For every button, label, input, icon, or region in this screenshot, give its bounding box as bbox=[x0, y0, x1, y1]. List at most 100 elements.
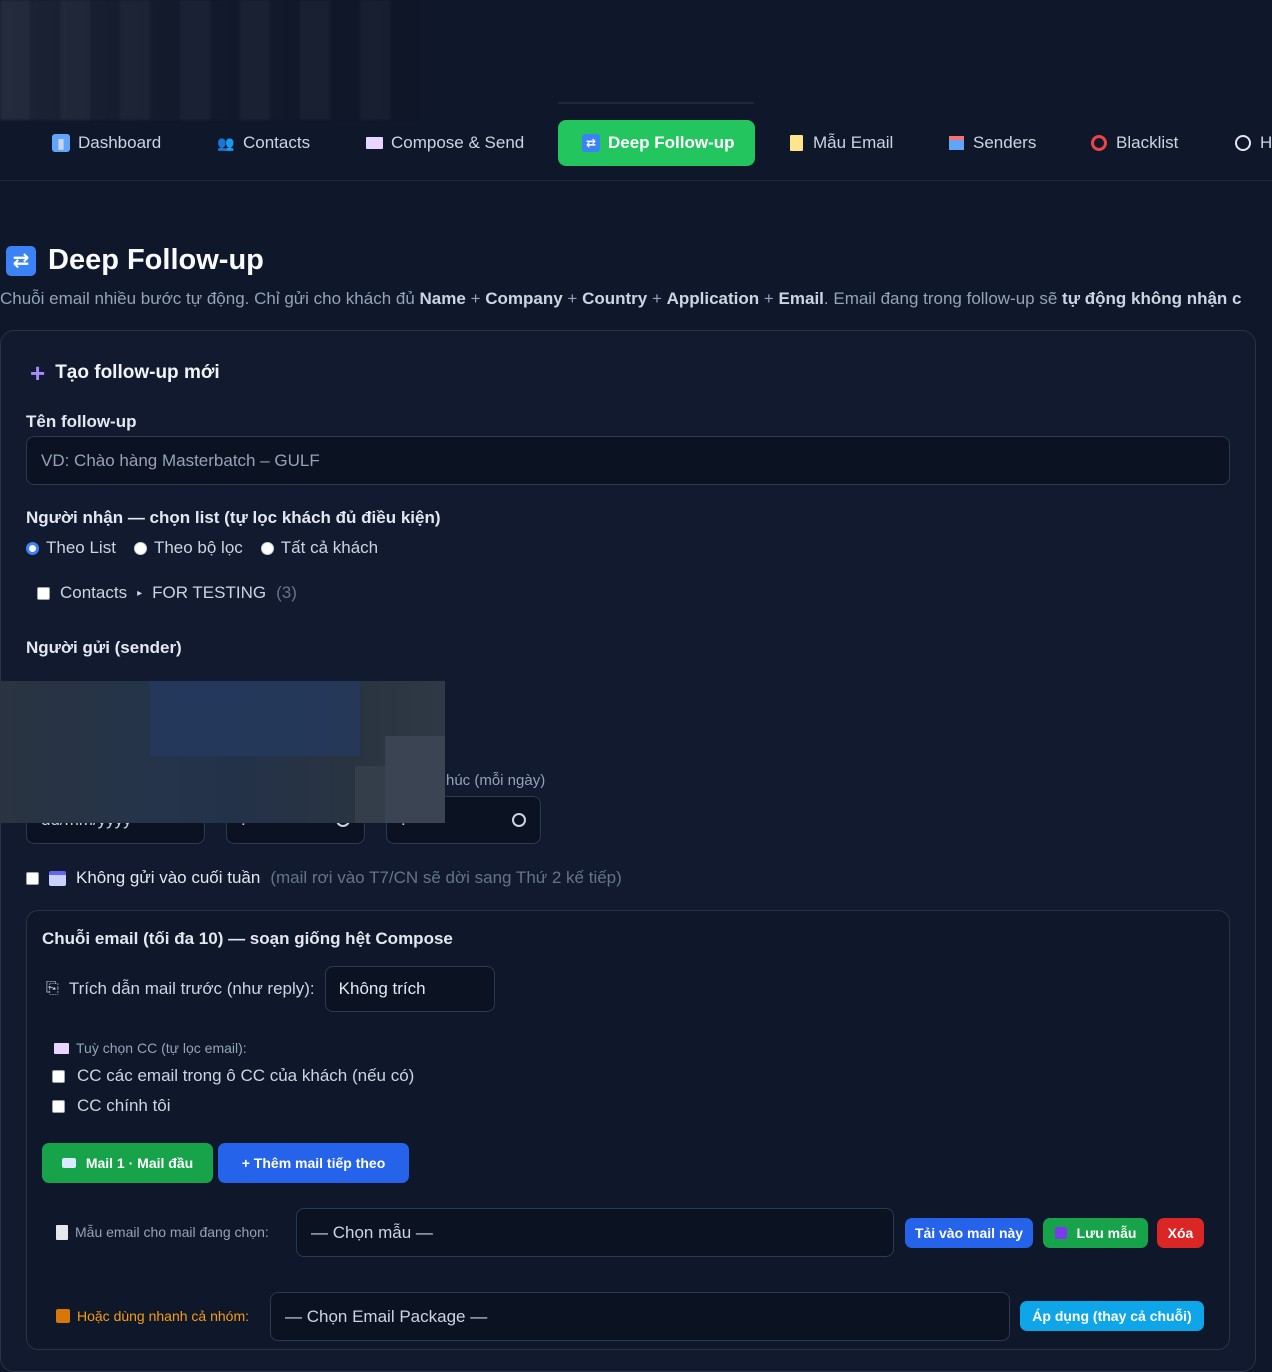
tab-history[interactable]: H bbox=[1234, 120, 1272, 166]
radio-by-list[interactable]: Theo List bbox=[26, 538, 116, 558]
package-label: Hoặc dùng nhanh cả nhóm: bbox=[56, 1308, 249, 1324]
list-group: Contacts bbox=[60, 583, 128, 602]
subtitle-part: Chuỗi email nhiều bước tự động. Chỉ gửi … bbox=[0, 289, 420, 308]
add-mail-button[interactable]: + Thêm mail tiếp theo bbox=[218, 1143, 409, 1183]
delete-template-button[interactable]: Xóa bbox=[1157, 1218, 1204, 1248]
tab-contacts[interactable]: 👥 Contacts bbox=[217, 120, 310, 166]
cc-self-label: CC chính tôi bbox=[77, 1096, 171, 1115]
followup-name-input[interactable] bbox=[26, 436, 1230, 485]
tab-dashboard-label: Dashboard bbox=[78, 133, 162, 152]
clock-icon bbox=[512, 813, 526, 827]
save-template-label: Lưu mẫu bbox=[1076, 1225, 1137, 1241]
subtitle-part: Country bbox=[582, 289, 648, 308]
tab-compose-send[interactable]: Compose & Send bbox=[365, 120, 524, 166]
card-title: + Tạo follow-up mới bbox=[30, 360, 220, 386]
list-checkbox[interactable] bbox=[37, 586, 50, 600]
list-name: FOR TESTING bbox=[152, 583, 267, 602]
template-label-text: Mẫu email cho mail đang chọn: bbox=[75, 1224, 269, 1240]
radio-by-filter[interactable]: Theo bộ lọc bbox=[133, 538, 243, 558]
radio-all-label: Tất cả khách bbox=[280, 538, 379, 557]
page-title-text: Deep Follow-up bbox=[48, 244, 264, 276]
cc-heading-text: Tuỳ chọn CC (tự lọc email): bbox=[76, 1040, 247, 1056]
page-title: ⇄ Deep Follow-up bbox=[6, 244, 264, 277]
tab-compose-label: Compose & Send bbox=[391, 133, 525, 152]
weekend-option[interactable]: Không gửi vào cuối tuần (mail rơi vào T7… bbox=[26, 868, 622, 888]
recipients-label: Người nhận — chọn list (tự lọc khách đủ … bbox=[26, 508, 441, 527]
cc-self-checkbox[interactable] bbox=[52, 1099, 65, 1113]
package-icon bbox=[56, 1309, 70, 1323]
sequence-title: Chuỗi email (tối đa 10) — soạn giống hệt… bbox=[42, 929, 453, 948]
subtitle-part: Email bbox=[778, 289, 824, 308]
subtitle-part: Application bbox=[666, 289, 760, 308]
sender-label: Người gửi (sender) bbox=[26, 638, 182, 657]
delete-template-label: Xóa bbox=[1167, 1225, 1194, 1241]
subtitle-part: Name bbox=[419, 289, 466, 308]
quote-label: Trích dẫn mail trước (như reply): bbox=[68, 979, 315, 998]
save-template-button[interactable]: Lưu mẫu bbox=[1043, 1218, 1148, 1248]
plus-icon: + bbox=[30, 358, 46, 388]
subtitle-part: . Email đang trong follow-up sẽ bbox=[823, 289, 1063, 308]
apply-package-button[interactable]: Áp dụng (thay cả chuỗi) bbox=[1020, 1301, 1204, 1331]
subtitle-part: + bbox=[759, 289, 779, 308]
envelope-icon bbox=[54, 1042, 69, 1054]
blurred-header-region bbox=[0, 0, 420, 120]
cc-self-option[interactable]: CC chính tôi bbox=[52, 1096, 171, 1116]
prohibited-icon bbox=[1090, 134, 1108, 152]
template-select[interactable]: — Chọn mẫu — bbox=[296, 1208, 894, 1257]
cc-options-heading: Tuỳ chọn CC (tự lọc email): bbox=[54, 1040, 247, 1056]
tab-deep-follow-up[interactable]: ⇄ Deep Follow-up bbox=[558, 120, 755, 166]
radio-by-list-dot[interactable] bbox=[26, 541, 39, 555]
nav-divider bbox=[558, 102, 754, 104]
tab-dashboard[interactable]: ▮ Dashboard bbox=[52, 120, 161, 166]
mail-1-tab[interactable]: Mail 1 · Mail đầu bbox=[42, 1143, 213, 1183]
tab-deep-followup-label: Deep Follow-up bbox=[608, 133, 735, 152]
package-select-value: — Chọn Email Package — bbox=[285, 1306, 488, 1326]
envelope-icon bbox=[365, 134, 383, 152]
users-icon: 👥 bbox=[217, 134, 235, 151]
card-title-text: Tạo follow-up mới bbox=[55, 362, 220, 383]
caret-right-icon: ▸ bbox=[137, 587, 143, 599]
floppy-icon bbox=[1054, 1227, 1067, 1239]
radio-by-filter-dot[interactable] bbox=[133, 541, 147, 555]
template-label: Mẫu email cho mail đang chọn: bbox=[56, 1224, 269, 1240]
radio-all-customers[interactable]: Tất cả khách bbox=[260, 538, 379, 558]
subtitle-part: + bbox=[465, 289, 486, 308]
load-template-label: Tải vào mail này bbox=[914, 1225, 1024, 1241]
tab-mau-email-label: Mẫu Email bbox=[813, 133, 894, 152]
load-template-button[interactable]: Tải vào mail này bbox=[905, 1218, 1033, 1248]
list-item[interactable]: Contacts ▸ FOR TESTING (3) bbox=[37, 583, 297, 603]
memo-icon bbox=[787, 134, 805, 152]
package-label-text: Hoặc dùng nhanh cả nhóm: bbox=[77, 1308, 250, 1324]
repeat-icon: ⇄ bbox=[582, 134, 600, 152]
camera-icon bbox=[61, 1158, 76, 1168]
recipient-mode-group: Theo List Theo bộ lọc Tất cả khách bbox=[26, 538, 388, 558]
paperclip-icon: ⎘ bbox=[46, 980, 59, 997]
tab-contacts-label: Contacts bbox=[243, 133, 311, 152]
subtitle-part: Company bbox=[485, 289, 563, 308]
tab-senders[interactable]: Senders bbox=[947, 120, 1036, 166]
tab-history-label: H bbox=[1260, 133, 1272, 152]
followup-name-label: Tên follow-up bbox=[26, 412, 137, 431]
cc-customer-checkbox[interactable] bbox=[52, 1069, 65, 1083]
apply-package-label: Áp dụng (thay cả chuỗi) bbox=[1032, 1308, 1192, 1324]
radio-all-dot[interactable] bbox=[260, 541, 274, 555]
blurred-sender-region bbox=[0, 681, 445, 823]
subtitle-part: tự động không nhận c bbox=[1062, 289, 1242, 308]
list-count: (3) bbox=[276, 583, 297, 602]
package-select[interactable]: — Chọn Email Package — bbox=[270, 1292, 1010, 1341]
quote-select[interactable]: Không trích bbox=[324, 966, 495, 1012]
outbox-icon bbox=[947, 134, 965, 152]
top-nav: ▮ Dashboard 👥 Contacts Compose & Send ⇄ … bbox=[0, 120, 1272, 181]
clock-icon bbox=[1234, 134, 1252, 152]
weekend-checkbox[interactable] bbox=[26, 871, 39, 885]
template-select-value: — Chọn mẫu — bbox=[311, 1222, 433, 1242]
cc-customer-option[interactable]: CC các email trong ô CC của khách (nếu c… bbox=[52, 1066, 414, 1086]
bar-chart-icon: ▮ bbox=[52, 134, 70, 152]
subtitle-part: + bbox=[647, 289, 667, 308]
memo-icon bbox=[56, 1224, 68, 1240]
tab-mau-email[interactable]: Mẫu Email bbox=[787, 120, 893, 166]
quote-option-row: ⎘ Trích dẫn mail trước (như reply): Khôn… bbox=[46, 966, 495, 1012]
radio-by-filter-label: Theo bộ lọc bbox=[153, 538, 243, 557]
tab-blacklist[interactable]: Blacklist bbox=[1090, 120, 1178, 166]
weekend-hint: (mail rơi vào T7/CN sẽ dời sang Thứ 2 kế… bbox=[270, 868, 622, 887]
